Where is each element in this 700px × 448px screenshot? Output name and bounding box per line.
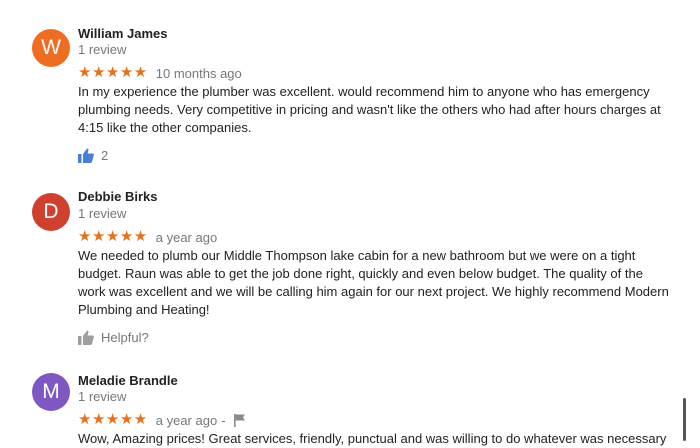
review-text: In my experience the plumber was excelle…	[78, 84, 661, 135]
scrollbar[interactable]	[683, 398, 686, 441]
review-time: a year ago	[155, 229, 218, 245]
review-item: W William James 1 review ★★★★★ 10 months…	[0, 0, 700, 170]
review-count[interactable]: 1 review	[78, 42, 126, 57]
star-rating: ★★★★★	[78, 228, 148, 245]
rating-row: ★★★★★ 10 months ago	[78, 65, 242, 81]
thumbs-up-icon	[78, 148, 94, 163]
like-count: 2	[101, 147, 109, 163]
review-text: We needed to plumb our Middle Thompson l…	[78, 248, 669, 317]
helpful-button[interactable]: Helpful?	[78, 328, 149, 346]
review-count[interactable]: 1 review	[78, 206, 126, 221]
review-count[interactable]: 1 review	[78, 389, 126, 404]
flag-icon[interactable]	[233, 413, 246, 427]
star-rating: ★★★★★	[78, 64, 148, 81]
reviewer-name[interactable]: Meladie Brandle	[78, 373, 178, 388]
review-item: D Debbie Birks 1 review ★★★★★ a year ago…	[0, 170, 700, 350]
separator-dash: -	[221, 412, 226, 428]
rating-row: ★★★★★ a year ago	[78, 229, 217, 245]
avatar[interactable]: M	[32, 373, 70, 411]
thumbs-up-icon	[78, 330, 94, 345]
avatar[interactable]: W	[32, 29, 70, 67]
review-time: a year ago	[155, 412, 218, 428]
reviewer-name[interactable]: William James	[78, 26, 167, 41]
helpful-label: Helpful?	[101, 329, 149, 345]
review-time: 10 months ago	[155, 65, 242, 81]
rating-row: ★★★★★ a year ago -	[78, 412, 246, 428]
reviewer-name[interactable]: Debbie Birks	[78, 189, 157, 204]
review-text: Wow, Amazing prices! Great services, fri…	[78, 431, 667, 446]
star-rating: ★★★★★	[78, 411, 148, 428]
review-item: M Meladie Brandle 1 review ★★★★★ a year …	[0, 350, 700, 446]
like-button[interactable]: 2	[78, 146, 108, 164]
avatar[interactable]: D	[32, 193, 70, 231]
